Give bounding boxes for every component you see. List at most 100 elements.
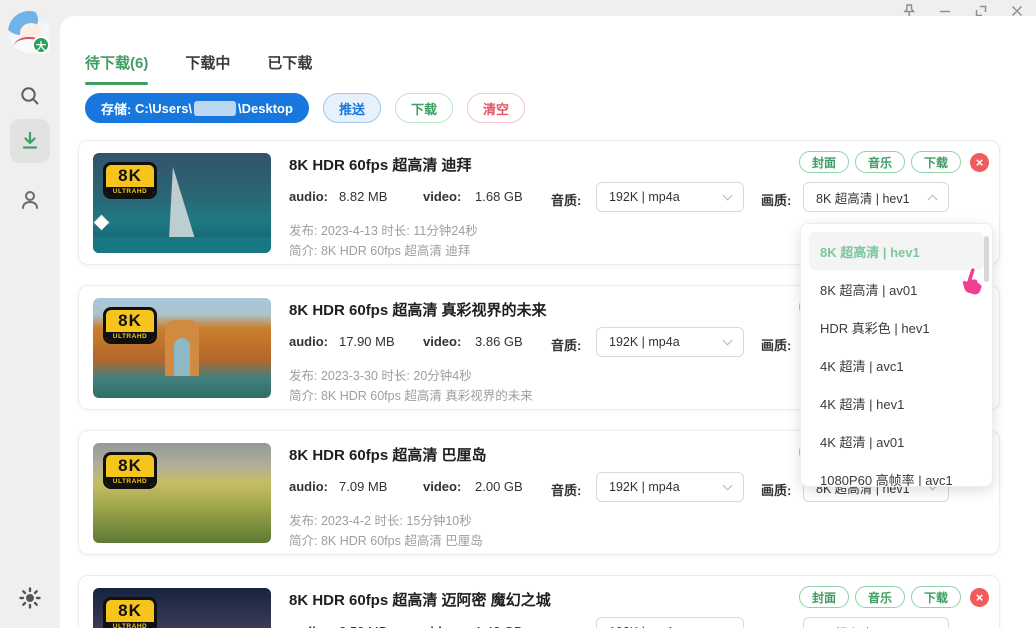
quality-option[interactable]: 4K 超清 | hev1 xyxy=(809,384,984,422)
audio-quality-label: 音质: xyxy=(551,193,582,208)
video-size: 2.00 GB xyxy=(475,479,523,494)
video-thumbnail: 8K ULTRAHD xyxy=(93,298,271,398)
sidebar: 大 xyxy=(0,0,60,628)
video-quality-select[interactable]: 8K 超高清 | hev1 xyxy=(803,182,949,212)
video-quality-value: 8K 超高清 | hev1 xyxy=(816,623,910,628)
audio-quality-select[interactable]: 192K | mp4a xyxy=(596,472,744,502)
video-label: video: xyxy=(423,189,462,204)
audio-quality-value: 192K | mp4a xyxy=(609,480,680,494)
tab-downloading[interactable]: 下载中 xyxy=(185,52,230,85)
audio-quality-label: 音质: xyxy=(551,338,582,353)
settings-gear-icon xyxy=(19,587,41,609)
download-icon xyxy=(22,131,38,149)
audio-size: 7.09 MB xyxy=(339,479,388,494)
video-quality-label: 画质: xyxy=(761,193,792,208)
badge-8k-text: 8K xyxy=(118,311,142,330)
push-button[interactable]: 推送 xyxy=(322,93,381,123)
quality-option[interactable]: 4K 超清 | av01 xyxy=(809,422,984,460)
intro-info: 简介: 8K HDR 60fps 超高清 迪拜 xyxy=(289,244,471,258)
intro-info: 简介: 8K HDR 60fps 超高清 真彩视界的未来 xyxy=(289,389,533,403)
audio-quality-select[interactable]: 192K | mp4a xyxy=(596,327,744,357)
storage-path-button[interactable]: 存储: C:\Users\ \Desktop xyxy=(85,93,309,123)
chevron-up-icon xyxy=(927,194,938,205)
video-size: 3.86 GB xyxy=(475,334,523,349)
quality-option[interactable]: 8K 超高清 | av01 xyxy=(809,270,984,308)
video-quality-label: 画质: xyxy=(761,483,792,498)
video-quality-value: 8K 超高清 | hev1 xyxy=(816,191,910,206)
quality-option[interactable]: 4K 超清 | avc1 xyxy=(809,346,984,384)
audio-size: 8.82 MB xyxy=(339,189,388,204)
video-label: video: xyxy=(423,624,461,628)
video-title: 8K HDR 60fps 超高清 迈阿密 魔幻之城 xyxy=(289,592,551,609)
tab-pending-downloads[interactable]: 待下载(6) xyxy=(85,52,149,85)
remove-card-button[interactable]: × xyxy=(970,587,989,607)
8k-ultrahd-badge: 8K ULTRAHD xyxy=(103,597,157,628)
downloads-nav-button[interactable] xyxy=(14,125,46,157)
audio-label: audio: xyxy=(289,479,328,494)
video-quality-label: 画质: xyxy=(761,338,792,353)
close-icon: × xyxy=(975,154,984,170)
video-label: video: xyxy=(423,334,462,349)
audio-label: audio: xyxy=(289,189,328,204)
search-nav-button[interactable] xyxy=(14,80,46,112)
chevron-down-icon xyxy=(722,190,733,201)
video-thumbnail: 8K ULTRAHD xyxy=(93,153,271,253)
badge-ultrahd-text: ULTRAHD xyxy=(106,477,154,486)
search-icon xyxy=(21,87,39,105)
video-thumbnail: 8K ULTRAHD xyxy=(93,443,271,543)
quality-option[interactable]: HDR 真彩色 | hev1 xyxy=(809,308,984,346)
video-title: 8K HDR 60fps 超高清 迪拜 xyxy=(289,157,472,174)
badge-8k-text: 8K xyxy=(118,456,142,475)
audio-size: 8.58 MB xyxy=(339,624,387,628)
8k-ultrahd-badge: 8K ULTRAHD xyxy=(103,307,157,344)
audio-size: 17.90 MB xyxy=(339,334,395,349)
cover-tag-button[interactable]: 封面 xyxy=(798,586,849,608)
audio-quality-label: 音质: xyxy=(551,483,582,498)
toolbar: 存储: C:\Users\ \Desktop 推送 下载 清空 xyxy=(85,93,525,123)
download-all-button[interactable]: 下载 xyxy=(394,93,453,123)
badge-8k-text: 8K xyxy=(118,601,142,620)
8k-ultrahd-badge: 8K ULTRAHD xyxy=(103,452,157,489)
avatar-level-badge: 大 xyxy=(32,36,50,54)
storage-path-suffix: \Desktop xyxy=(238,100,293,116)
chevron-down-icon xyxy=(722,335,733,346)
chevron-down-icon xyxy=(722,480,733,491)
storage-path-prefix: C:\Users\ xyxy=(134,100,193,116)
intro-info: 简介: 8K HDR 60fps 超高清 巴厘岛 xyxy=(289,534,483,548)
badge-ultrahd-text: ULTRAHD xyxy=(106,332,154,341)
audio-label: audio: xyxy=(289,624,328,628)
quality-option[interactable]: 8K 超高清 | hev1 xyxy=(809,232,984,270)
redacted-username xyxy=(194,100,237,116)
account-nav-button[interactable] xyxy=(14,184,46,216)
settings-button[interactable] xyxy=(14,582,46,614)
user-icon xyxy=(22,191,38,209)
dropdown-scrollbar[interactable] xyxy=(984,236,989,282)
publish-info: 发布: 2023-4-2 时长: 15分钟10秒 xyxy=(289,514,472,528)
audio-quality-select[interactable]: 192K | mp4a xyxy=(596,617,744,628)
badge-ultrahd-text: ULTRAHD xyxy=(106,622,154,628)
remove-card-button[interactable]: × xyxy=(970,152,989,172)
video-quality-select[interactable]: 8K 超高清 | hev1 xyxy=(803,617,949,628)
cover-tag-button[interactable]: 封面 xyxy=(798,151,849,173)
quality-option[interactable]: 1080P60 高帧率 | avc1 xyxy=(809,460,984,487)
video-size: 1.42 GB xyxy=(475,624,523,628)
publish-info: 发布: 2023-3-30 时长: 20分钟4秒 xyxy=(289,369,472,383)
badge-ultrahd-text: ULTRAHD xyxy=(106,187,154,196)
video-quality-dropdown: 8K 超高清 | hev1 8K 超高清 | av01 HDR 真彩色 | he… xyxy=(800,223,993,487)
video-label: video: xyxy=(423,479,462,494)
close-icon: × xyxy=(975,589,984,605)
audio-quality-value: 192K | mp4a xyxy=(609,190,680,204)
storage-label: 存储: xyxy=(101,101,135,117)
tab-bar: 待下载(6) 下载中 已下载 xyxy=(85,52,312,85)
video-card: 8K ULTRAHD 8K HDR 60fps 超高清 迈阿密 魔幻之城 封面 … xyxy=(78,575,1000,628)
music-tag-button[interactable]: 音乐 xyxy=(854,151,905,173)
audio-quality-select[interactable]: 192K | mp4a xyxy=(596,182,744,212)
video-title: 8K HDR 60fps 超高清 真彩视界的未来 xyxy=(289,302,547,319)
download-tag-button[interactable]: 下载 xyxy=(910,151,961,173)
8k-ultrahd-badge: 8K ULTRAHD xyxy=(103,162,157,199)
download-tag-button[interactable]: 下载 xyxy=(910,586,961,608)
clear-button[interactable]: 清空 xyxy=(466,93,525,123)
audio-quality-value: 192K | mp4a xyxy=(609,335,680,349)
tab-downloaded[interactable]: 已下载 xyxy=(267,52,312,85)
music-tag-button[interactable]: 音乐 xyxy=(854,586,905,608)
